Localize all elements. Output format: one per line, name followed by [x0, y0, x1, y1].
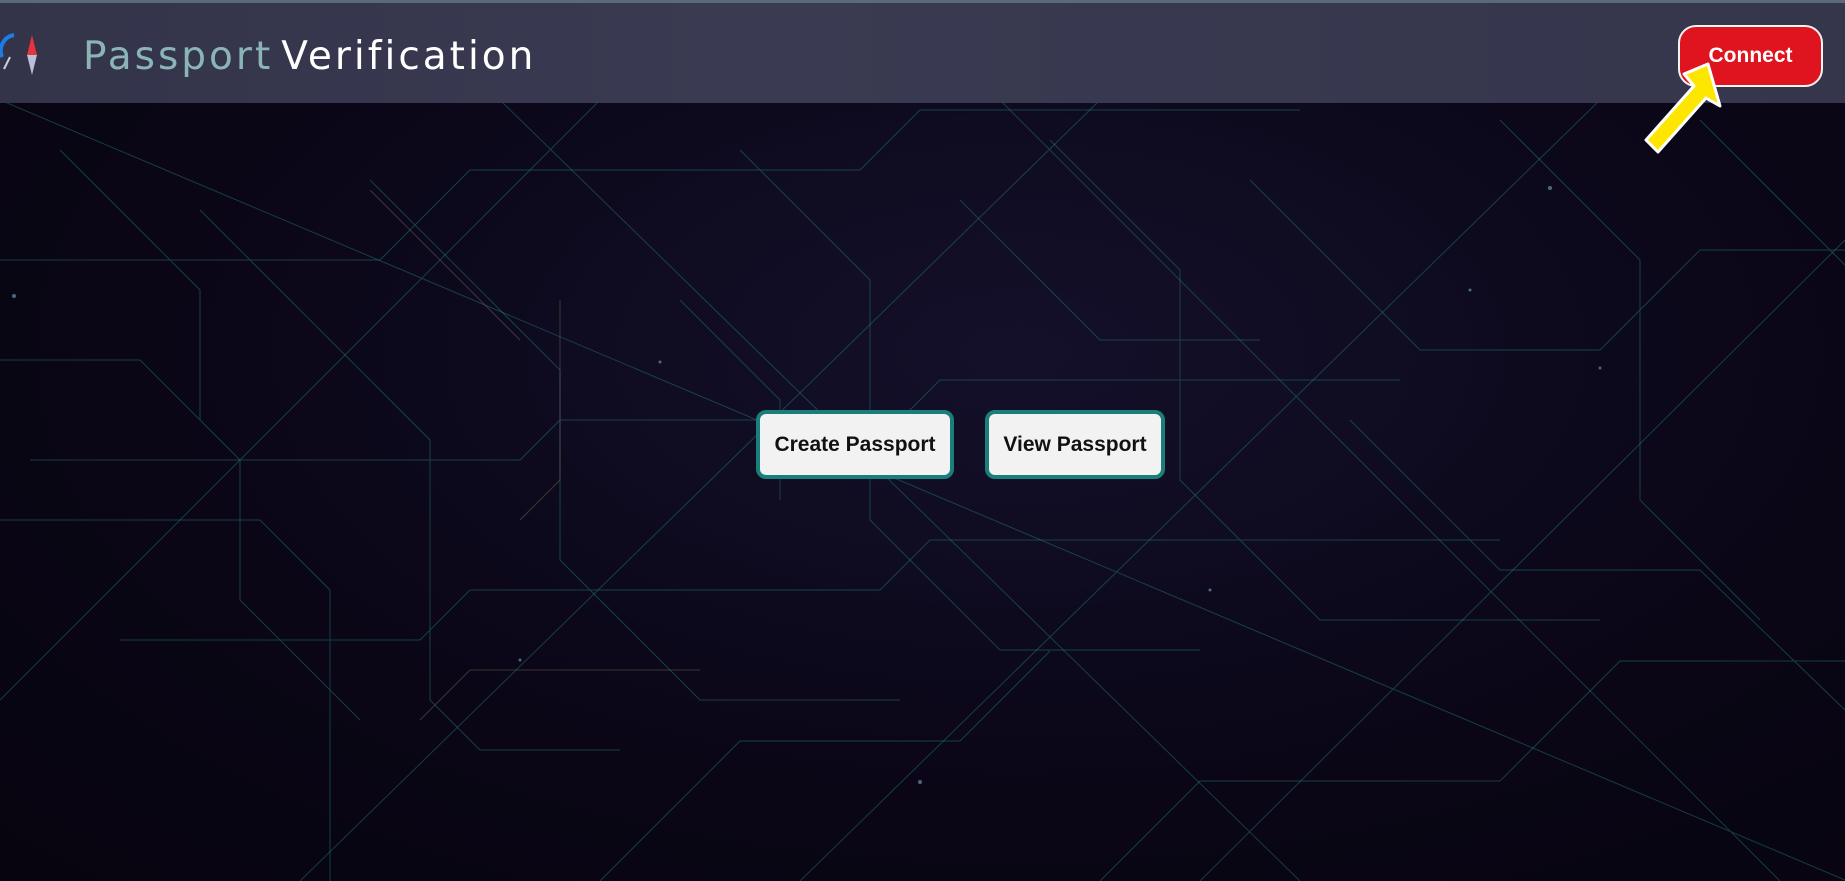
app-title-part2: Verification	[281, 34, 537, 79]
app-title: Passport Verification	[83, 31, 536, 83]
page: Passport Verification Connect Create Pass…	[0, 0, 1845, 881]
compass-logo-icon	[0, 33, 37, 75]
yellow-arrow-icon	[1644, 62, 1722, 154]
view-passport-button[interactable]: View Passport	[985, 410, 1165, 479]
create-passport-button[interactable]: Create Passport	[756, 410, 954, 479]
top-navbar: Passport Verification Connect	[0, 0, 1845, 103]
app-title-part1: Passport	[83, 34, 274, 79]
